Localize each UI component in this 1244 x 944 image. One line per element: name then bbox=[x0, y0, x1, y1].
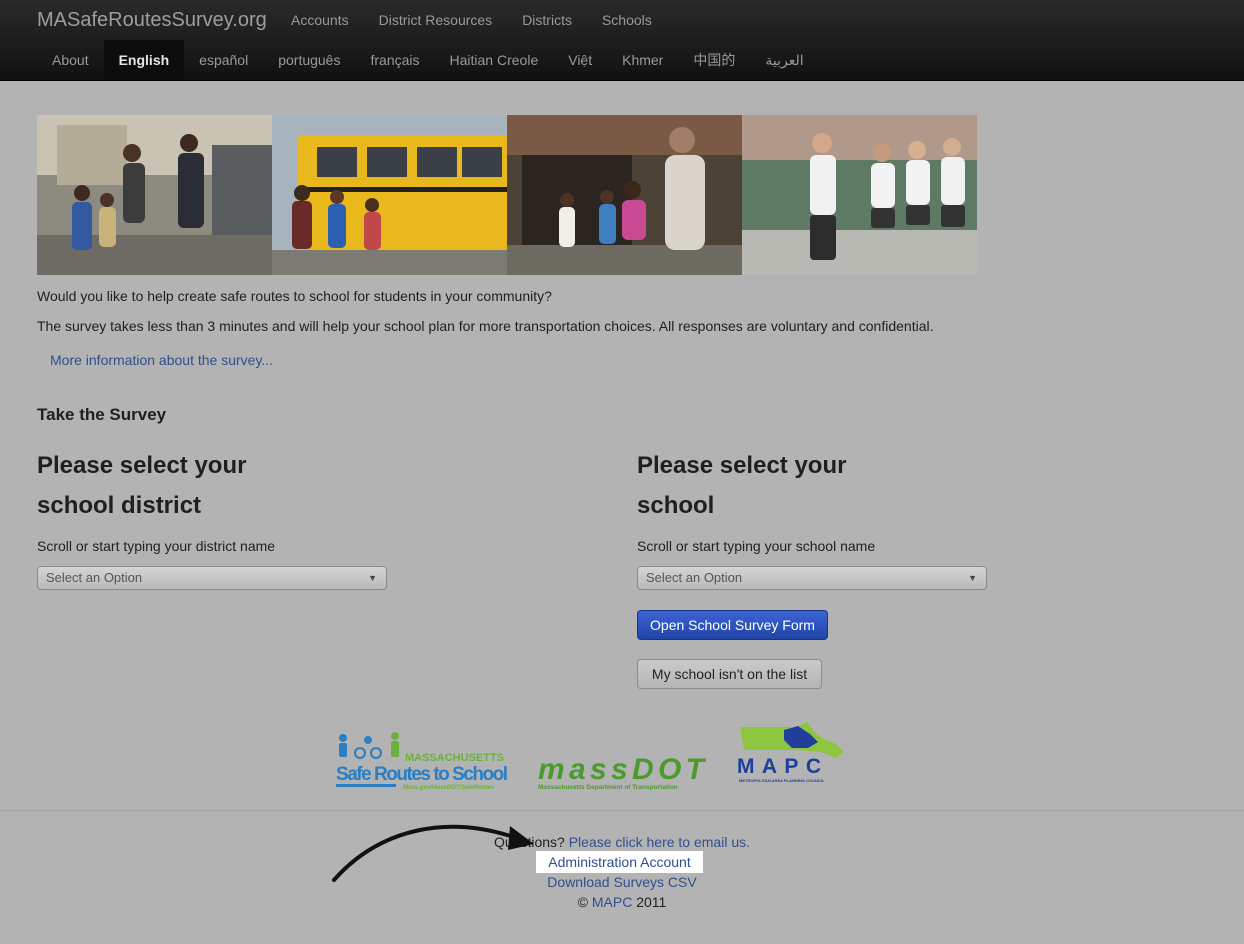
top-navbar: MASafeRoutesSurvey.org Accounts District… bbox=[0, 0, 1244, 81]
district-heading: Please select your school district bbox=[37, 452, 247, 519]
school-heading: Please select your school bbox=[637, 452, 847, 519]
dropdown-arrow-icon: ▼ bbox=[368, 573, 377, 583]
email-link[interactable]: Please click here to email us. bbox=[569, 834, 750, 850]
mapc-logo: MAPC METROPOLITAN AREA PLANNING COUNCIL bbox=[737, 722, 844, 783]
primary-nav: Accounts District Resources Districts Sc… bbox=[276, 0, 667, 40]
copyright-year: 2011 bbox=[632, 894, 667, 910]
school-not-listed-button[interactable]: My school isn't on the list bbox=[637, 659, 822, 689]
massdot-sub-text: Massachusetts Department of Transportati… bbox=[538, 784, 678, 791]
nav-districts[interactable]: Districts bbox=[507, 0, 587, 40]
massdot-main-text: massDOT bbox=[538, 753, 707, 786]
school-select-value: Select an Option bbox=[646, 570, 743, 585]
lang-english[interactable]: English bbox=[103, 40, 185, 80]
srts-top-text: MASSACHUSETTS bbox=[405, 752, 504, 764]
intro-question: Would you like to help create safe route… bbox=[37, 288, 552, 304]
nav-district-resources[interactable]: District Resources bbox=[364, 0, 508, 40]
lang-arabic[interactable]: العربية bbox=[750, 40, 818, 80]
footer-divider bbox=[0, 810, 1244, 811]
lang-chinese[interactable]: 中国的 bbox=[678, 40, 750, 80]
nav-schools[interactable]: Schools bbox=[587, 0, 667, 40]
take-survey-heading: Take the Survey bbox=[37, 405, 167, 424]
district-select-value: Select an Option bbox=[46, 570, 143, 585]
district-select[interactable]: Select an Option ▼ bbox=[37, 566, 387, 590]
copyright-symbol: © bbox=[577, 894, 592, 910]
lang-haitian-creole[interactable]: Haitian Creole bbox=[435, 40, 554, 80]
download-csv-link[interactable]: Download Surveys CSV bbox=[547, 874, 696, 890]
district-hint: Scroll or start typing your district nam… bbox=[37, 538, 276, 554]
footer-questions: Questions? Please click here to email us… bbox=[0, 834, 1244, 850]
nav-about[interactable]: About bbox=[37, 40, 104, 80]
mapc-link[interactable]: MAPC bbox=[592, 894, 632, 910]
footer-download: Download Surveys CSV bbox=[0, 874, 1244, 890]
mapc-sub-text: METROPOLITAN AREA PLANNING COUNCIL bbox=[739, 778, 825, 783]
footer-copyright: © MAPC 2011 bbox=[0, 894, 1244, 910]
mapc-main-text: MAPC bbox=[737, 755, 821, 778]
srts-main-text: Safe Routes to School bbox=[336, 764, 508, 785]
massdot-logo: massDOT Massachusetts Department of Tran… bbox=[538, 753, 707, 791]
lang-spanish[interactable]: español bbox=[184, 40, 263, 80]
language-nav: About English español português français… bbox=[37, 40, 819, 80]
lang-french[interactable]: français bbox=[355, 40, 434, 80]
srts-url-text: Mass.gov/MassDOT/SafeRoutes bbox=[403, 785, 495, 791]
intro-description: The survey takes less than 3 minutes and… bbox=[37, 318, 934, 334]
brand-link[interactable]: MASafeRoutesSurvey.org bbox=[37, 9, 267, 32]
dropdown-arrow-icon: ▼ bbox=[968, 573, 977, 583]
photo-family-walking bbox=[37, 115, 272, 275]
admin-account-link[interactable]: Administration Account bbox=[548, 854, 690, 870]
lang-khmer[interactable]: Khmer bbox=[607, 40, 678, 80]
nav-accounts[interactable]: Accounts bbox=[276, 0, 364, 40]
lang-portuguese[interactable]: português bbox=[263, 40, 355, 80]
lang-vietnamese[interactable]: Việt bbox=[553, 40, 607, 80]
banner-photos bbox=[37, 115, 977, 275]
open-survey-button[interactable]: Open School Survey Form bbox=[637, 610, 828, 640]
school-select[interactable]: Select an Option ▼ bbox=[637, 566, 987, 590]
photo-students-walking bbox=[742, 115, 977, 275]
safe-routes-to-school-logo: MASSACHUSETTS Safe Routes to School Mass… bbox=[336, 732, 508, 791]
photo-school-bus bbox=[272, 115, 507, 275]
photo-school-entrance bbox=[507, 115, 742, 275]
more-info-link[interactable]: More information about the survey... bbox=[50, 352, 273, 368]
admin-account-highlight: Administration Account bbox=[536, 851, 703, 873]
annotation-arrow-icon bbox=[332, 824, 534, 882]
school-hint: Scroll or start typing your school name bbox=[637, 538, 876, 554]
